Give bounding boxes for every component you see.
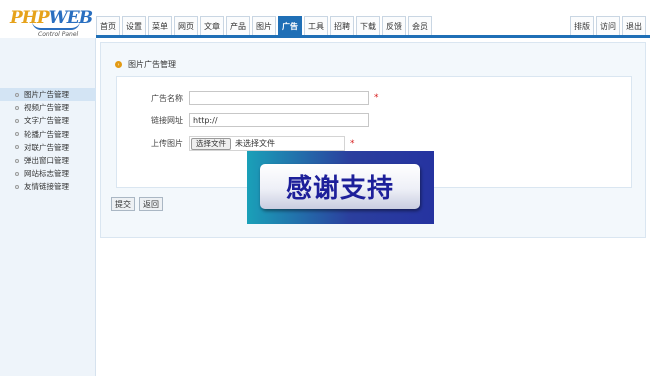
sidebar-item-popup-windows[interactable]: 弹出窗口管理 (0, 154, 96, 167)
tab-visits[interactable]: 访问 (596, 16, 620, 35)
tab-images[interactable]: 图片 (252, 16, 276, 35)
arrow-circle-icon: › (115, 61, 122, 68)
required-mark: * (350, 138, 355, 149)
bullet-icon (15, 171, 19, 176)
sidebar-item-label: 友情链接管理 (24, 182, 69, 192)
bullet-icon (15, 118, 19, 123)
submit-button[interactable]: 提交 (111, 197, 135, 211)
sidebar-item-label: 轮播广告管理 (24, 129, 69, 139)
sidebar-item-label: 视频广告管理 (24, 103, 69, 113)
tab-layout[interactable]: 排版 (570, 16, 594, 35)
sidebar-item-image-ads[interactable]: 图片广告管理 (0, 88, 96, 102)
logo-subtitle: Control Panel (38, 31, 79, 38)
bullet-icon (15, 158, 19, 163)
sidebar-item-carousel-ads[interactable]: 轮播广告管理 (0, 128, 96, 141)
bullet-icon (15, 92, 19, 97)
tab-menu[interactable]: 菜单 (148, 16, 172, 35)
ad-name-input[interactable] (189, 91, 369, 105)
sidebar-item-label: 对联广告管理 (24, 142, 69, 152)
tab-ads[interactable]: 广告 (278, 16, 302, 35)
required-mark: * (374, 93, 379, 103)
tab-logout[interactable]: 退出 (622, 16, 646, 35)
tab-settings[interactable]: 设置 (122, 16, 146, 35)
form-actions: 提交 返回 (111, 197, 167, 211)
file-input[interactable]: 选择文件 未选择文件 (189, 136, 345, 151)
tab-articles[interactable]: 文章 (200, 16, 224, 35)
main-nav: 首页 设置 菜单 网页 文章 产品 图片 广告 工具 招聘 下载 反馈 会员 (96, 16, 434, 35)
sidebar-item-label: 网站标志管理 (24, 169, 69, 179)
tab-products[interactable]: 产品 (226, 16, 250, 35)
form-row-name: 广告名称 * (117, 91, 379, 105)
sidebar-list: 图片广告管理 视频广告管理 文字广告管理 轮播广告管理 对联广告管理 弹出窗口管… (0, 88, 96, 194)
nav-underline (96, 35, 650, 38)
bullet-icon (15, 132, 19, 137)
link-url-label: 链接网址 (151, 115, 183, 125)
sidebar-item-friend-links[interactable]: 友情链接管理 (0, 180, 96, 193)
page-title: 图片广告管理 (128, 60, 176, 69)
tab-jobs[interactable]: 招聘 (330, 16, 354, 35)
sidebar-item-label: 文字广告管理 (24, 116, 69, 126)
sidebar: 图片广告管理 视频广告管理 文字广告管理 轮播广告管理 对联广告管理 弹出窗口管… (0, 38, 96, 376)
tab-tools[interactable]: 工具 (304, 16, 328, 35)
header: PHPWEB Control Panel 首页 设置 菜单 网页 文章 产品 图… (0, 0, 650, 38)
back-button[interactable]: 返回 (139, 197, 163, 211)
panel-header: › 图片广告管理 (115, 59, 176, 70)
sidebar-item-couplet-ads[interactable]: 对联广告管理 (0, 141, 96, 154)
thanks-banner-plate: 感谢支持 (260, 164, 420, 209)
logo: PHPWEB Control Panel (8, 8, 93, 38)
upload-image-label: 上传图片 (151, 139, 183, 148)
file-status: 未选择文件 (235, 139, 275, 148)
sidebar-item-label: 图片广告管理 (24, 90, 69, 100)
ad-name-label: 广告名称 (151, 93, 183, 103)
form-row-link: 链接网址 http:// (117, 113, 369, 127)
tab-members[interactable]: 会员 (408, 16, 432, 35)
logo-swoosh (32, 21, 80, 30)
sidebar-item-label: 弹出窗口管理 (24, 156, 69, 166)
bullet-icon (15, 105, 19, 110)
bullet-icon (15, 184, 19, 189)
thanks-banner: 感谢支持 (247, 151, 434, 224)
tab-feedback[interactable]: 反馈 (382, 16, 406, 35)
tab-home[interactable]: 首页 (96, 16, 120, 35)
link-url-input[interactable]: http:// (189, 113, 369, 127)
thanks-banner-text: 感谢支持 (285, 174, 394, 204)
sidebar-item-video-ads[interactable]: 视频广告管理 (0, 101, 96, 114)
tab-downloads[interactable]: 下载 (356, 16, 380, 35)
sidebar-item-site-logos[interactable]: 网站标志管理 (0, 167, 96, 180)
sidebar-item-text-ads[interactable]: 文字广告管理 (0, 114, 96, 127)
choose-file-button[interactable]: 选择文件 (191, 137, 231, 150)
tab-pages[interactable]: 网页 (174, 16, 198, 35)
form-row-upload: 上传图片 选择文件 未选择文件 * (117, 136, 355, 151)
right-nav: 排版 访问 退出 (570, 16, 648, 35)
bullet-icon (15, 145, 19, 150)
